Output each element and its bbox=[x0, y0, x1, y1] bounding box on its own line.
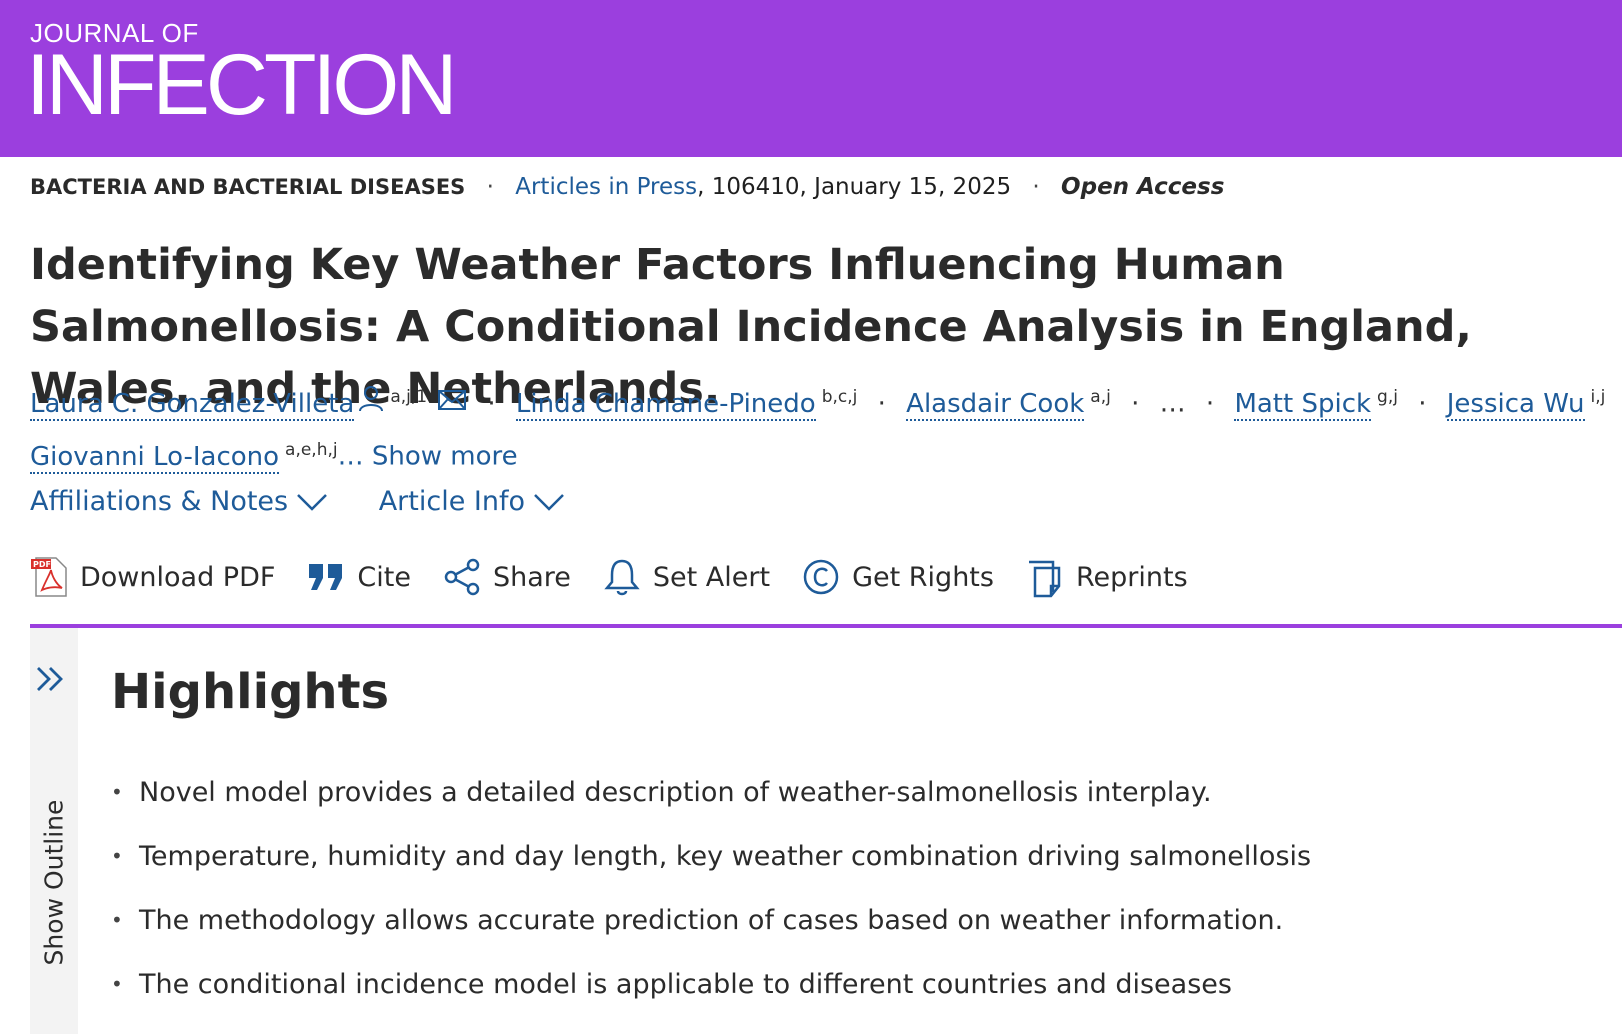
download-pdf-button[interactable]: PDF Download PDF bbox=[30, 556, 275, 598]
highlights-list: • Novel model provides a detailed descrip… bbox=[111, 760, 1311, 1016]
show-more-authors-link[interactable]: … Show more bbox=[338, 442, 518, 472]
article-info-toggle[interactable]: Article Info bbox=[379, 486, 565, 517]
meta-separator: · bbox=[486, 174, 494, 200]
get-rights-label: Get Rights bbox=[852, 561, 994, 593]
highlight-text: The methodology allows accurate predicti… bbox=[139, 904, 1284, 936]
reprints-label: Reprints bbox=[1075, 561, 1188, 593]
section-divider bbox=[30, 624, 1622, 628]
double-chevron-right-icon[interactable] bbox=[34, 664, 70, 694]
email-icon[interactable] bbox=[437, 381, 467, 427]
article-toolbar: PDF Download PDF Cite Share Set Alert Ge… bbox=[30, 556, 1220, 598]
article-toggles: Affiliations & Notes Article Info bbox=[30, 486, 607, 517]
open-access-badge: Open Access bbox=[1061, 174, 1225, 200]
article-info-toggle-label: Article Info bbox=[378, 486, 526, 517]
share-icon bbox=[444, 558, 480, 596]
cite-button[interactable]: Cite bbox=[307, 560, 411, 594]
highlight-text: The conditional incidence model is appli… bbox=[139, 968, 1232, 1000]
bullet-icon: • bbox=[111, 908, 123, 932]
bell-icon bbox=[604, 559, 640, 596]
affiliations-toggle[interactable]: Affiliations & Notes bbox=[30, 486, 328, 517]
list-item: • Novel model provides a detailed descrip… bbox=[111, 760, 1311, 824]
journal-banner[interactable]: JOURNAL OF INFECTION bbox=[0, 0, 1622, 157]
bullet-icon: • bbox=[111, 844, 123, 868]
journal-logo-line2: INFECTION bbox=[26, 37, 457, 133]
author-link[interactable]: Matt Spick bbox=[1234, 388, 1372, 421]
author-list: Laura C. Gonzalez-Villeta a,j,1 · Linda C… bbox=[30, 374, 1620, 480]
download-pdf-label: Download PDF bbox=[80, 561, 276, 593]
author-affiliation-sup: g,j bbox=[1377, 387, 1398, 407]
author-separator: · bbox=[487, 388, 496, 419]
copyright-icon bbox=[803, 559, 839, 595]
authors-ellipsis: … bbox=[1159, 388, 1186, 419]
list-item: • Temperature, humidity and day length, k… bbox=[111, 824, 1311, 888]
article-section[interactable]: BACTERIA AND BACTERIAL DISEASES bbox=[30, 175, 465, 199]
article-details: , 106410, January 15, 2025 bbox=[697, 174, 1012, 200]
set-alert-button[interactable]: Set Alert bbox=[603, 557, 770, 597]
author-affiliation-sup: i,j bbox=[1590, 387, 1606, 407]
author-link[interactable]: Jessica Wu bbox=[1446, 388, 1585, 421]
reprints-button[interactable]: Reprints bbox=[1026, 556, 1188, 598]
highlight-text: Novel model provides a detailed descript… bbox=[139, 776, 1212, 808]
affiliations-toggle-label: Affiliations & Notes bbox=[30, 486, 289, 517]
bullet-icon: • bbox=[111, 780, 123, 804]
cite-label: Cite bbox=[357, 561, 411, 593]
list-item: • The methodology allows accurate predict… bbox=[111, 888, 1311, 952]
author-separator: · bbox=[877, 388, 886, 419]
author-link[interactable]: Giovanni Lo-Iacono bbox=[30, 441, 280, 474]
author-separator: · bbox=[1205, 388, 1215, 419]
list-item: • The conditional incidence model is appl… bbox=[111, 952, 1311, 1016]
share-label: Share bbox=[492, 561, 571, 593]
person-icon[interactable] bbox=[358, 381, 384, 427]
author-link[interactable]: Alasdair Cook bbox=[906, 388, 1085, 421]
author-affiliation-sup: a,j bbox=[1090, 387, 1111, 407]
bullet-icon: • bbox=[111, 972, 123, 996]
share-button[interactable]: Share bbox=[443, 557, 571, 597]
article-meta: BACTERIA AND BACTERIAL DISEASES · Articl… bbox=[30, 174, 1224, 200]
author-affiliation-sup: a,j,1 bbox=[390, 387, 428, 407]
highlight-text: Temperature, humidity and day length, ke… bbox=[139, 840, 1312, 872]
highlights-heading: Highlights bbox=[111, 664, 390, 720]
author-link[interactable]: Laura C. Gonzalez-Villeta bbox=[30, 388, 355, 421]
author-affiliation-sup: a,e,h,j bbox=[285, 440, 338, 461]
svg-text:PDF: PDF bbox=[33, 560, 51, 569]
reprints-icon bbox=[1028, 560, 1061, 598]
quote-icon bbox=[309, 564, 343, 590]
meta-separator: · bbox=[1032, 174, 1040, 200]
author-link[interactable]: Linda Chamane-Pinedo bbox=[515, 388, 816, 421]
author-separator: · bbox=[1131, 388, 1140, 419]
author-separator: · bbox=[1418, 388, 1427, 419]
show-outline-label[interactable]: Show Outline bbox=[40, 793, 69, 973]
chevron-down-icon bbox=[534, 493, 564, 511]
articles-in-press-link[interactable]: Articles in Press bbox=[515, 174, 697, 200]
get-rights-button[interactable]: Get Rights bbox=[802, 558, 994, 596]
pdf-file-icon: PDF bbox=[31, 557, 67, 597]
show-outline-panel[interactable]: Show Outline bbox=[30, 628, 78, 1034]
author-affiliation-sup: b,c,j bbox=[821, 387, 858, 407]
chevron-down-icon bbox=[297, 493, 327, 511]
set-alert-label: Set Alert bbox=[652, 561, 771, 593]
